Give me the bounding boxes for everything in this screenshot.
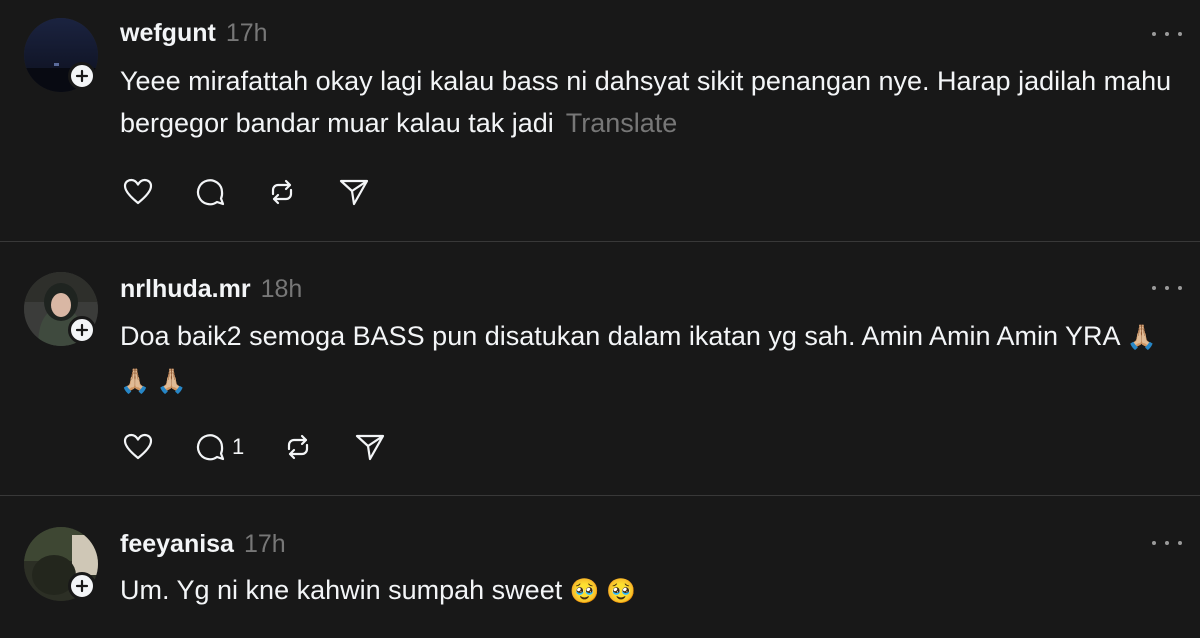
more-icon[interactable] bbox=[1152, 24, 1182, 44]
like-button[interactable] bbox=[120, 427, 192, 467]
timestamp[interactable]: 18h bbox=[261, 275, 303, 303]
follow-plus-icon[interactable] bbox=[68, 62, 96, 90]
follow-plus-icon[interactable] bbox=[68, 316, 96, 344]
heart-icon bbox=[123, 178, 153, 205]
repost-button[interactable] bbox=[280, 427, 352, 467]
share-button[interactable] bbox=[336, 172, 408, 212]
emoji: 🥹 🥹 bbox=[569, 578, 637, 605]
reply-button[interactable]: 1 bbox=[192, 427, 280, 467]
repost-icon bbox=[287, 434, 309, 460]
timestamp[interactable]: 17h bbox=[226, 19, 268, 47]
divider bbox=[0, 495, 1200, 496]
translate-link[interactable]: Translate bbox=[566, 108, 678, 138]
repost-icon bbox=[271, 179, 293, 205]
share-icon bbox=[355, 434, 385, 461]
divider bbox=[0, 241, 1200, 242]
post-text: Yeee mirafattah okay lagi kalau bass ni … bbox=[120, 60, 1180, 144]
username[interactable]: nrlhuda.mr bbox=[120, 275, 251, 303]
comment-icon bbox=[196, 179, 225, 206]
comment-icon bbox=[196, 434, 225, 461]
share-button[interactable] bbox=[352, 427, 424, 467]
post-text: Doa baik2 semoga BASS pun disatukan dala… bbox=[120, 315, 1180, 403]
post-header: wefgunt 17h bbox=[120, 18, 268, 48]
share-icon bbox=[339, 179, 369, 206]
repost-button[interactable] bbox=[264, 172, 336, 212]
post-text: Um. Yg ni kne kahwin sumpah sweet 🥹 🥹 bbox=[120, 569, 1180, 613]
reply-count: 1 bbox=[232, 434, 245, 459]
username[interactable]: feeyanisa bbox=[120, 530, 234, 558]
timestamp[interactable]: 17h bbox=[244, 530, 286, 558]
more-icon[interactable] bbox=[1152, 533, 1182, 553]
post-header: nrlhuda.mr 18h bbox=[120, 274, 302, 304]
more-icon[interactable] bbox=[1152, 278, 1182, 298]
action-bar bbox=[120, 172, 408, 212]
action-bar: 1 bbox=[120, 427, 424, 467]
heart-icon bbox=[123, 433, 153, 460]
follow-plus-icon[interactable] bbox=[68, 572, 96, 600]
username[interactable]: wefgunt bbox=[120, 19, 216, 47]
reply-button[interactable] bbox=[192, 172, 264, 212]
like-button[interactable] bbox=[120, 172, 192, 212]
post-header: feeyanisa 17h bbox=[120, 529, 286, 559]
post-body: Um. Yg ni kne kahwin sumpah sweet bbox=[120, 575, 563, 605]
post-body: Doa baik2 semoga BASS pun disatukan dala… bbox=[120, 321, 1120, 351]
